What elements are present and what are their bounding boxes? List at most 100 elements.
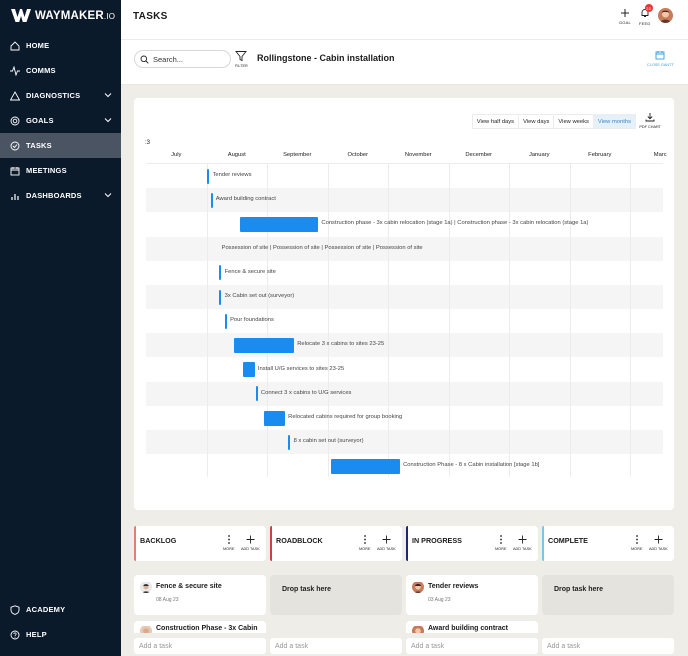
gantt-month-header: July August September October November Decemb… [146,150,667,163]
add-task-input[interactable]: Add a task [134,638,266,654]
gantt-row [146,430,663,455]
task-card[interactable]: Tender reviews 03 Aug 23 [406,575,538,615]
sidebar-item-label: COMMS [26,66,56,75]
gantt-bar[interactable] [255,386,258,402]
gantt-bar[interactable] [207,168,210,184]
project-toolbar: FILTER Rollingstone - Cabin installation… [121,40,688,85]
sidebar-item-label: DIAGNOSTICS [26,91,81,100]
task-card[interactable]: Construction Phase - 3x Cabin [134,621,266,633]
gantt-task-label[interactable]: Connect 3 x cabins to U/G services [261,390,352,396]
sidebar-item-help[interactable]: HELP [0,622,121,647]
gantt-bar[interactable] [224,313,227,329]
gantt-bar[interactable] [330,458,401,474]
sidebar-item-label: GOALS [26,116,54,125]
more-vertical-icon [635,535,638,544]
column-title: BACKLOG [140,536,177,545]
column-title: IN PROGRESS [412,536,462,545]
gantt-bar[interactable] [219,289,222,305]
add-task-input[interactable]: Add a task [542,638,674,654]
task-name: Award building contract [428,625,508,632]
sidebar-item-goals[interactable]: GOALS [0,108,121,133]
gantt-task-label[interactable]: 8 x cabin set out (surveyor) [294,438,364,444]
gantt-bar[interactable] [210,192,213,208]
gantt-task-label[interactable]: Construction Phase - 8 x Cabin installat… [403,462,539,468]
gantt-bar[interactable] [263,410,286,426]
goal-button[interactable]: GOAL [619,8,631,25]
add-task-label: ADD TASK [513,547,532,551]
sidebar-item-home[interactable]: HOME [0,33,121,58]
add-task-button[interactable]: ADD TASK [649,535,668,551]
sidebar-item-dashboards[interactable]: DASHBOARDS [0,183,121,208]
close-gantt-button[interactable]: CLOSE GANTT [647,50,674,67]
add-task-button[interactable]: ADD TASK [377,535,396,551]
search-field[interactable] [134,50,231,68]
feed-button[interactable]: 22 FEED [639,4,653,26]
logo[interactable]: WAYMAKER.IO [11,9,115,22]
gantt-task-label[interactable]: Pour foundations [230,317,274,323]
add-task-button[interactable]: ADD TASK [241,535,260,551]
gantt-task-label[interactable]: 3x Cabin set out (surveyor) [225,293,295,299]
triangle-icon [10,90,20,101]
more-label: MORE [359,547,371,551]
gantt-task-label[interactable]: Install U/G services to sites 23-25 [258,366,344,372]
drop-zone[interactable]: Drop task here [542,575,674,615]
more-label: MORE [495,547,507,551]
gantt-task-label[interactable]: Possession of site | Possession of site … [222,245,423,251]
gantt-task-label[interactable]: Relocated cabins required for group book… [288,414,402,420]
close-gantt-label: CLOSE GANTT [647,63,674,67]
more-button[interactable]: MORE [631,535,642,551]
filter-icon [235,51,248,62]
add-task-button[interactable]: ADD TASK [513,535,532,551]
gantt-bar[interactable] [288,434,291,450]
sidebar-bottom-nav: ACADEMY HELP [0,597,121,647]
add-task-input[interactable]: Add a task [270,638,402,654]
page-title: TASKS [133,11,168,22]
user-avatar[interactable] [658,8,673,23]
view-weeks-button[interactable]: View weeks [553,114,594,129]
more-button[interactable]: MORE [359,535,370,551]
sidebar-item-academy[interactable]: ACADEMY [0,597,121,622]
add-task-label: ADD TASK [241,547,260,551]
drop-zone[interactable]: Drop task here [270,575,402,615]
sidebar-item-label: ACADEMY [26,605,66,614]
month-label: August [227,152,246,158]
add-task-input[interactable]: Add a task [406,638,538,654]
task-name: Construction Phase - 3x Cabin [156,625,258,632]
gantt-task-label[interactable]: Construction phase - 3x cabin relocation… [321,220,588,226]
chevron-down-icon[interactable] [104,91,112,99]
filter-button[interactable]: FILTER [235,50,248,68]
gantt-task-label[interactable]: Fence & secure site [225,269,276,275]
sidebar-item-diagnostics[interactable]: DIAGNOSTICS [0,83,121,108]
month-label: January [528,152,550,158]
gantt-bar[interactable] [242,362,255,378]
column-accent [134,526,136,561]
month-gridline [206,164,208,477]
top-header: TASKS GOAL 22 FEED [121,0,688,40]
task-card[interactable]: Award building contract [406,621,538,633]
pdf-chart-button[interactable]: PDF CHART [639,112,661,129]
gantt-bar[interactable] [219,265,222,281]
sidebar-item-tasks[interactable]: TASKS [0,133,121,158]
gantt-task-label[interactable]: Relocate 3 x cabins to sites 23-25 [297,341,384,347]
sidebar-item-meetings[interactable]: MEETINGS [0,158,121,183]
search-input[interactable] [153,54,228,64]
sidebar-item-comms[interactable]: COMMS [0,58,121,83]
gantt-bar[interactable] [233,337,295,353]
gantt-task-label[interactable]: Award building contract [216,196,276,202]
gantt-row [146,333,663,358]
gantt-row [146,358,663,382]
chevron-down-icon[interactable] [104,191,112,199]
gantt-bar[interactable] [239,216,319,232]
view-half-days-button[interactable]: View half days [471,114,520,129]
view-days-button[interactable]: View days [518,114,555,129]
drop-label: Drop task here [282,586,332,593]
plus-icon [382,535,391,544]
goal-label: GOAL [619,20,631,25]
task-card[interactable]: Fence & secure site 08 Aug 23 [134,575,266,615]
gantt-task-label[interactable]: Tender reviews [213,172,252,178]
view-months-button[interactable]: View months [592,114,636,129]
more-button[interactable]: MORE [495,535,506,551]
more-button[interactable]: MORE [223,535,234,551]
add-task-label: ADD TASK [377,547,396,551]
chevron-down-icon[interactable] [104,116,112,124]
